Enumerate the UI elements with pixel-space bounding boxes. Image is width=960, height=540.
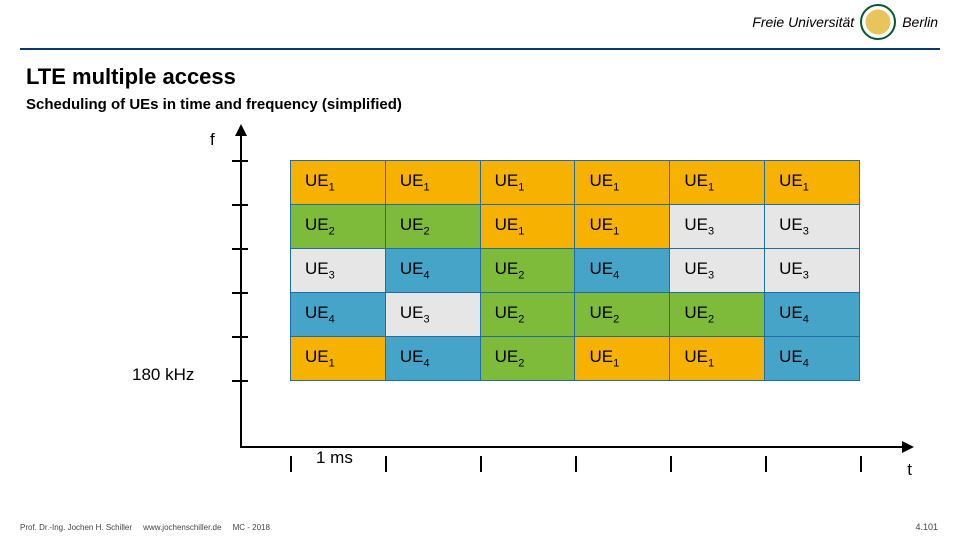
grid-cell: UE3 bbox=[765, 249, 860, 293]
x-tick bbox=[860, 456, 862, 472]
ue-label: UE1 bbox=[400, 171, 430, 190]
grid-cell: UE1 bbox=[480, 161, 575, 205]
y-tick bbox=[232, 336, 248, 338]
grid-cell: UE4 bbox=[765, 293, 860, 337]
x-tick bbox=[385, 456, 387, 472]
x-axis-arrow-icon bbox=[902, 441, 914, 453]
footer-url: www.jochenschiller.de bbox=[143, 523, 221, 532]
grid-cell: UE4 bbox=[291, 293, 386, 337]
x-tick bbox=[480, 456, 482, 472]
ue-label: UE1 bbox=[589, 171, 619, 190]
grid-cell: UE2 bbox=[480, 293, 575, 337]
grid-cell: UE3 bbox=[670, 205, 765, 249]
scheduling-grid: UE1UE1UE1UE1UE1UE1UE2UE2UE1UE1UE3UE3UE3U… bbox=[290, 160, 860, 381]
grid-cell: UE2 bbox=[291, 205, 386, 249]
ue-label: UE4 bbox=[779, 303, 809, 322]
y-tick bbox=[232, 380, 248, 382]
ue-label: UE3 bbox=[779, 215, 809, 234]
ue-label: UE3 bbox=[779, 259, 809, 278]
grid-row: UE1 UE4 UE2 UE1 UE1 UE4 bbox=[291, 337, 860, 381]
ue-label: UE4 bbox=[400, 347, 430, 366]
y-tick bbox=[232, 204, 248, 206]
footer: Prof. Dr.-Ing. Jochen H. Schiller www.jo… bbox=[20, 523, 270, 532]
ue-label: UE1 bbox=[684, 347, 714, 366]
ue-label: UE1 bbox=[305, 347, 335, 366]
y-axis bbox=[240, 128, 242, 448]
y-tick bbox=[232, 292, 248, 294]
ue-label: UE3 bbox=[400, 303, 430, 322]
axis-label-f: f bbox=[210, 130, 215, 150]
grid-cell: UE3 bbox=[670, 249, 765, 293]
ue-label: UE1 bbox=[495, 171, 525, 190]
ue-label: UE3 bbox=[684, 215, 714, 234]
grid-cell: UE2 bbox=[480, 249, 575, 293]
y-axis-arrow-icon bbox=[235, 124, 247, 136]
x-tick bbox=[290, 456, 292, 472]
grid-cell: UE4 bbox=[575, 249, 670, 293]
grid-cell: UE2 bbox=[385, 205, 480, 249]
grid-cell: UE1 bbox=[670, 161, 765, 205]
grid-cell: UE4 bbox=[385, 249, 480, 293]
grid-cell: UE1 bbox=[291, 337, 386, 381]
footer-author: Prof. Dr.-Ing. Jochen H. Schiller bbox=[20, 523, 132, 532]
grid-cell: UE1 bbox=[765, 161, 860, 205]
grid-row: UE2 UE2 UE1 UE1 UE3 UE3 bbox=[291, 205, 860, 249]
frequency-span-label: 180 kHz bbox=[132, 365, 194, 385]
grid-cell: UE2 bbox=[480, 337, 575, 381]
time-span-label: 1 ms bbox=[316, 448, 353, 468]
y-tick bbox=[232, 160, 248, 162]
ue-label: UE1 bbox=[495, 215, 525, 234]
grid-cell: UE1 bbox=[575, 205, 670, 249]
grid-cell: UE1 bbox=[480, 205, 575, 249]
grid-cell: UE1 bbox=[670, 337, 765, 381]
ue-label: UE4 bbox=[400, 259, 430, 278]
grid-cell: UE1 bbox=[575, 161, 670, 205]
header-divider bbox=[20, 48, 940, 50]
ue-label: UE1 bbox=[589, 347, 619, 366]
logo-text-left: Freie Universität bbox=[752, 14, 854, 30]
ue-label: UE1 bbox=[589, 215, 619, 234]
grid-row: UE4 UE3 UE2 UE2 UE2 UE4 bbox=[291, 293, 860, 337]
ue-label: UE2 bbox=[495, 303, 525, 322]
ue-label: UE3 bbox=[305, 259, 335, 278]
slide-subtitle: Scheduling of UEs in time and frequency … bbox=[26, 96, 402, 113]
ue-label: UE3 bbox=[684, 259, 714, 278]
slide-number: 4.101 bbox=[915, 522, 938, 532]
y-tick bbox=[232, 248, 248, 250]
grid-cell: UE3 bbox=[765, 205, 860, 249]
ue-label: UE2 bbox=[495, 259, 525, 278]
ue-label: UE2 bbox=[305, 215, 335, 234]
ue-label: UE2 bbox=[684, 303, 714, 322]
ue-label: UE4 bbox=[589, 259, 619, 278]
grid-cell: UE1 bbox=[291, 161, 386, 205]
grid-cell: UE2 bbox=[670, 293, 765, 337]
ue-label: UE2 bbox=[400, 215, 430, 234]
grid-cell: UE1 bbox=[385, 161, 480, 205]
logo-text-right: Berlin bbox=[902, 14, 938, 30]
grid-cell: UE1 bbox=[575, 337, 670, 381]
x-tick bbox=[575, 456, 577, 472]
footer-course: MC - 2018 bbox=[233, 523, 270, 532]
grid-cell: UE2 bbox=[575, 293, 670, 337]
slide-title: LTE multiple access bbox=[26, 64, 236, 90]
grid-cell: UE4 bbox=[385, 337, 480, 381]
university-logo: Freie Universität Berlin bbox=[752, 4, 938, 40]
x-tick bbox=[670, 456, 672, 472]
ue-label: UE1 bbox=[779, 171, 809, 190]
ue-label: UE2 bbox=[589, 303, 619, 322]
ue-label: UE4 bbox=[305, 303, 335, 322]
ue-label: UE1 bbox=[684, 171, 714, 190]
grid-cell: UE4 bbox=[765, 337, 860, 381]
grid-cell: UE3 bbox=[291, 249, 386, 293]
x-tick bbox=[765, 456, 767, 472]
grid-row: UE1 UE1 UE1 UE1 UE1 UE1 bbox=[291, 161, 860, 205]
grid-cell: UE3 bbox=[385, 293, 480, 337]
ue-label: UE4 bbox=[779, 347, 809, 366]
ue-label: UE1 bbox=[305, 171, 335, 190]
ue-label: UE2 bbox=[495, 347, 525, 366]
seal-icon bbox=[860, 4, 896, 40]
axis-label-t: t bbox=[907, 460, 912, 480]
grid-row: UE3 UE4 UE2 UE4 UE3 UE3 bbox=[291, 249, 860, 293]
